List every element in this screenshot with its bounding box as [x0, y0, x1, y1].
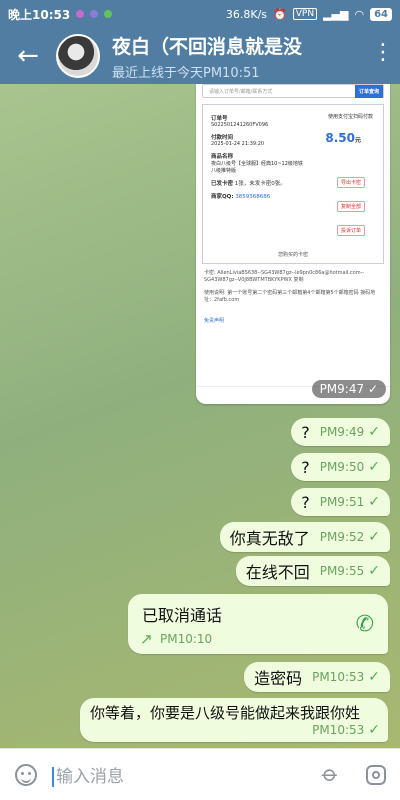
signal-icon: ▂▄▆ — [323, 7, 349, 21]
message-time: PM9:50 — [319, 460, 365, 474]
notification-icon — [90, 10, 99, 18]
last-seen-status: 最近上线于今天PM10:51 — [112, 65, 260, 81]
read-check-icon: ✓ — [368, 424, 380, 440]
message-time: PM9:49 — [319, 425, 365, 439]
message-text: 你真无敌了 — [229, 529, 310, 548]
more-options-icon[interactable]: ⋮ — [372, 42, 394, 64]
preview-search-bar: 请输入订单号/邮箱/联系方式 订单查询 — [202, 84, 384, 98]
image-timestamp: PM9:47 ✓ — [311, 380, 386, 398]
read-check-icon: ✓ — [368, 529, 380, 545]
preview-card-value: 1张，未发卡密0张。 — [234, 181, 286, 187]
battery-icon: 64 — [370, 7, 392, 21]
phone-icon[interactable]: ✆ — [356, 612, 374, 637]
message-text: ? — [301, 492, 310, 512]
alarm-icon: ⏰ — [273, 7, 287, 21]
preview-card-label: 已发卡密 — [211, 181, 234, 187]
read-check-icon: ✓ — [368, 494, 380, 510]
message-bubble[interactable]: 造密码 PM10:53 ✓ — [244, 662, 390, 692]
read-check-icon: ✓ — [368, 669, 380, 685]
preview-amount: 8.50 — [325, 131, 355, 145]
notification-icon — [104, 10, 113, 18]
message-time: PM9:51 — [319, 495, 365, 509]
status-time: 晚上10:53 — [8, 7, 71, 22]
message-input-bar: 输入消息 ⌀ — [0, 748, 400, 800]
message-time: PM10:53 — [312, 670, 365, 684]
contact-name: 夜白（不回消息就是没 — [112, 35, 303, 58]
preview-search-placeholder: 请输入订单号/邮箱/联系方式 — [209, 88, 273, 95]
message-input-placeholder: 输入消息 — [56, 767, 124, 787]
read-check-icon: ✓ — [368, 459, 380, 475]
preview-disclaimer: 免责声明 — [204, 318, 225, 324]
preview-goods-value: 夜白八级号【全球服】经典10~12级地铁八级推特版 — [211, 161, 303, 174]
vpn-icon: VPN — [292, 8, 318, 20]
chat-title-area[interactable]: 夜白（不回消息就是没 最近上线于今天PM10:51 — [112, 32, 382, 81]
message-bubble[interactable]: 你真无敌了 PM9:52 ✓ — [219, 522, 390, 552]
message-text: ? — [301, 457, 310, 477]
message-time: PM9:52 — [319, 530, 365, 544]
read-check-icon: ✓ — [368, 563, 380, 579]
message-text: 你等着，你要是八级号能做起来我跟你姓 — [90, 704, 361, 722]
message-text: 造密码 — [254, 669, 303, 688]
message-text: 在线不回 — [245, 563, 310, 582]
preview-export-button: 导出卡密 — [336, 177, 365, 188]
attach-icon[interactable]: ⌀ — [306, 750, 355, 799]
wifi-icon: ◠ — [354, 7, 365, 21]
message-bubble[interactable]: ? PM9:51 ✓ — [291, 488, 390, 516]
avatar[interactable] — [56, 34, 100, 78]
preview-copy-button: 复制全部 — [336, 201, 365, 212]
call-time: PM10:10 — [160, 632, 213, 646]
preview-pay-label: 使用支付宝扫码付款 — [327, 114, 373, 120]
emoji-icon[interactable] — [0, 763, 52, 786]
message-text: ? — [301, 422, 310, 442]
preview-card-detail: 卡密: AllenLiviaBS638--SG43W87gz--le9pn0c8… — [204, 270, 365, 283]
preview-search-button: 订单查询 — [354, 84, 383, 98]
message-input[interactable]: 输入消息 — [52, 762, 308, 787]
call-status: 已取消通话 — [142, 606, 223, 625]
call-message[interactable]: 已取消通话 ↗ PM10:10 ✆ — [128, 594, 388, 654]
message-bubble[interactable]: 你等着，你要是八级号能做起来我跟你姓 PM10:53 ✓ — [80, 698, 388, 742]
network-speed: 36.8K/s — [225, 7, 268, 21]
message-time: PM10:53 — [312, 723, 365, 737]
message-time: PM9:55 — [319, 564, 365, 578]
message-bubble[interactable]: ? PM9:49 ✓ — [291, 418, 390, 446]
image-message[interactable]: 请输入订单号/邮箱/联系方式 订单查询 订单号 S022501241260FV0… — [196, 84, 390, 404]
preview-order-card: 订单号 S022501241260FV096 使用支付宝扫码付款 8.50元 付… — [202, 104, 384, 264]
chat-header: ← 夜白（不回消息就是没 最近上线于今天PM10:51 ⋮ — [0, 28, 400, 84]
outgoing-call-arrow-icon: ↗ — [140, 630, 153, 648]
read-check-icon: ✓ — [368, 722, 380, 738]
back-arrow-icon[interactable]: ← — [0, 28, 56, 84]
preview-usage: 使用说明: 第一个账号第二个密码第三个邮箱第4个邮箱第5个邮箱密码 接码地址：2… — [204, 290, 376, 303]
preview-card-title: 您购买的卡密 — [277, 252, 308, 258]
chat-area[interactable]: 请输入订单号/邮箱/联系方式 订单查询 订单号 S022501241260FV0… — [0, 84, 400, 748]
preview-qq-value: 3859368686 — [235, 194, 271, 200]
preview-order-number: S022501241260FV096 — [211, 122, 269, 128]
notification-icon — [76, 10, 85, 18]
message-bubble[interactable]: ? PM9:50 ✓ — [291, 453, 390, 481]
read-check-icon: ✓ — [367, 382, 378, 396]
camera-icon[interactable] — [352, 764, 400, 785]
preview-qq-label: 商家QQ: — [211, 194, 234, 200]
preview-complaint-button: 投诉订单 — [336, 225, 365, 236]
message-bubble[interactable]: 在线不回 PM9:55 ✓ — [235, 556, 390, 586]
preview-amount-unit: 元 — [354, 137, 361, 144]
status-bar: 晚上10:53 36.8K/s ⏰ VPN ▂▄▆ ◠ 64 — [0, 0, 400, 28]
